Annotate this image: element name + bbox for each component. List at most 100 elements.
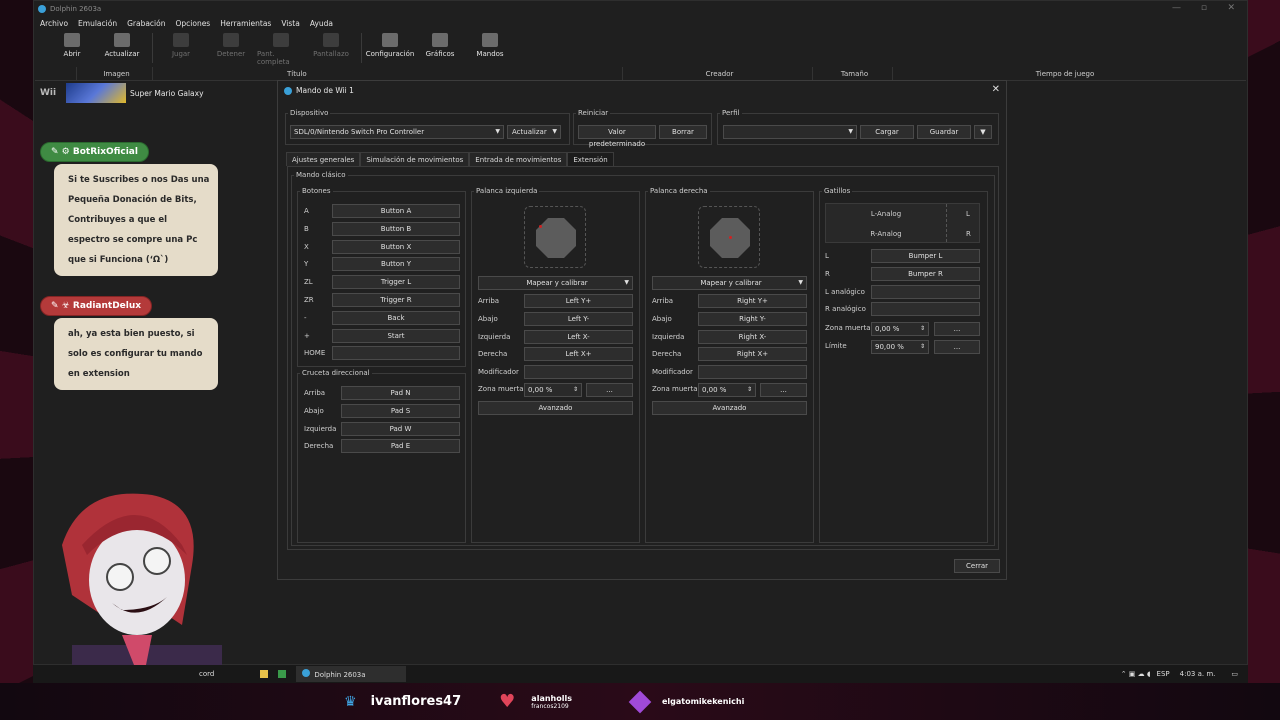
right-deadzone-spinbox[interactable]: 0,00 % ⇕ [698,383,756,397]
controllers-button[interactable]: Mandos [466,30,514,58]
left-stick-1-binding-button[interactable]: Left Y- [524,311,633,326]
diamond-icon [628,690,652,713]
clear-button[interactable]: Borrar [659,125,707,139]
stop-button[interactable]: Detener [207,30,255,58]
trigger-1-binding-button[interactable]: Bumper R [871,266,980,281]
right-stick-0-binding-button[interactable]: Right Y+ [698,294,807,308]
minimize-icon[interactable]: — [1172,3,1181,13]
window-title: Dolphin 2603a [50,4,102,13]
menu-ayuda[interactable]: Ayuda [310,19,333,28]
refresh-device-button[interactable]: Actualizar ▼ [507,125,561,139]
button-1-binding-button[interactable]: Button B [332,221,460,236]
button-7-binding-button[interactable]: Start [332,328,460,343]
menu-archivo[interactable]: Archivo [40,19,68,28]
folder-icon[interactable] [260,670,269,678]
left-stick-3-binding-button[interactable]: Left X+ [524,347,633,362]
close-dialog-icon[interactable]: ✕ [992,84,1000,95]
maximize-icon[interactable]: ▫ [1201,3,1207,13]
crown-icon: ♛ [344,693,357,710]
sliders-icon [382,33,398,47]
save-profile-button[interactable]: Guardar [917,125,971,139]
left-advanced-button[interactable]: Avanzado [478,401,633,415]
right-stick-4-label: Modificador [652,368,693,377]
dpad-0-label: Arriba [304,389,326,397]
left-deadzone-more-button[interactable]: ... [586,383,633,397]
tab-motion-sim[interactable]: Simulación de movimientos [360,152,470,166]
button-3-binding-button[interactable]: Button Y [332,257,460,272]
left-map-calibrate-button[interactable]: Mapear y calibrar ▼ [478,276,633,290]
app-icon[interactable] [278,670,287,678]
button-0-binding-button[interactable]: Button A [332,204,460,218]
default-button[interactable]: Valor predeterminado [578,125,656,148]
dpad-3-binding-button[interactable]: Pad E [341,439,460,454]
menu-emulacion[interactable]: Emulación [78,19,117,28]
profile-select[interactable]: ▼ [723,125,857,139]
menu-grabacion[interactable]: Grabación [127,19,165,28]
close-button[interactable]: Cerrar [954,559,1000,573]
menu-herramientas[interactable]: Herramientas [220,19,271,28]
taskbar-dolphin-item[interactable]: Dolphin 2603a [296,666,406,682]
col-playtime[interactable]: Tiempo de juego [893,67,1233,81]
right-map-calibrate-button[interactable]: Mapear y calibrar ▼ [652,276,807,290]
clock[interactable]: 4:03 a. m. [1180,670,1216,678]
button-6-binding-button[interactable]: Back [332,310,460,325]
dpad-0-binding-button[interactable]: Pad N [341,386,460,400]
tray-icons[interactable]: ⌃ ▣ ☁ ◖ [1121,670,1151,678]
profile-menu-button[interactable]: ▼ [974,125,992,139]
device-select[interactable]: SDL/0/Nintendo Switch Pro Controller ▼ [290,125,504,139]
close-window-icon[interactable]: ✕ [1227,3,1235,13]
trigger-3-binding-button[interactable] [871,302,980,317]
trigger-deadzone-spinbox[interactable]: 0,00 % ⇕ [871,322,929,336]
button-8-binding-button[interactable] [332,346,460,361]
col-creator[interactable]: Creador [623,67,813,81]
taskbar-app-item[interactable]: cord [199,670,214,678]
load-profile-button[interactable]: Cargar [860,125,914,139]
open-button[interactable]: Abrir [48,30,96,58]
extension-panel: Mando clásico Botones Cruceta direcciona… [287,166,999,550]
config-button[interactable]: Configuración [366,30,414,58]
dpad-1-binding-button[interactable]: Pad S [341,403,460,418]
trigger-deadzone-more-button[interactable]: ... [934,322,980,336]
trigger-0-binding-button[interactable]: Bumper L [871,249,980,263]
button-5-binding-button[interactable]: Trigger R [332,293,460,307]
col-image[interactable]: Imagen [77,67,153,81]
trigger-limit-more-button[interactable]: ... [934,340,980,354]
left-stick-2-binding-button[interactable]: Left X- [524,329,633,344]
menu-opciones[interactable]: Opciones [175,19,210,28]
right-stick-4-binding-button[interactable] [698,365,807,380]
right-stick-2-binding-button[interactable]: Right X- [698,329,807,344]
language-indicator[interactable]: ESP [1157,670,1170,678]
button-4-binding-button[interactable]: Trigger L [332,275,460,290]
game-row[interactable]: Wii Super Mario Galaxy [36,82,204,104]
graphics-button[interactable]: Gráficos [416,30,464,58]
left-stick-4-binding-button[interactable] [524,365,633,380]
l-key-label: L [966,210,970,218]
button-2-binding-button[interactable]: Button X [332,239,460,254]
left-stick-0-binding-button[interactable]: Left Y+ [524,294,633,308]
trigger-2-label: L analógico [825,287,865,296]
tab-general[interactable]: Ajustes generales [286,152,361,166]
left-deadzone-spinbox[interactable]: 0,00 % ⇕ [524,383,582,397]
col-platform[interactable] [35,67,77,81]
right-deadzone-more-button[interactable]: ... [760,383,807,397]
play-button[interactable]: Jugar [157,30,205,58]
right-stick-3-binding-button[interactable]: Right X+ [698,347,807,362]
spin-arrows-icon: ⇕ [919,325,925,332]
fullscreen-button[interactable]: Pant. completa [257,30,305,66]
taskbar: cord Dolphin 2603a ⌃ ▣ ☁ ◖ ESP 4:03 a. m… [33,665,1248,683]
right-advanced-button[interactable]: Avanzado [652,401,807,415]
dolphin-logo-icon [284,86,292,95]
toolbar-separator [361,33,362,63]
col-title[interactable]: Título [153,67,623,81]
refresh-button[interactable]: Actualizar [98,30,146,58]
trigger-2-binding-button[interactable] [871,284,980,299]
notification-icon[interactable]: ▭ [1231,670,1238,678]
tab-motion-input[interactable]: Entrada de movimientos [469,152,568,166]
screenshot-button[interactable]: Pantallazo [307,30,355,58]
menu-vista[interactable]: Vista [281,19,300,28]
dpad-2-binding-button[interactable]: Pad W [341,421,460,436]
col-size[interactable]: Tamaño [813,67,893,81]
right-stick-1-binding-button[interactable]: Right Y- [698,311,807,326]
tab-extension[interactable]: Extensión [567,152,614,166]
trigger-limit-spinbox[interactable]: 90,00 % ⇕ [871,340,929,354]
